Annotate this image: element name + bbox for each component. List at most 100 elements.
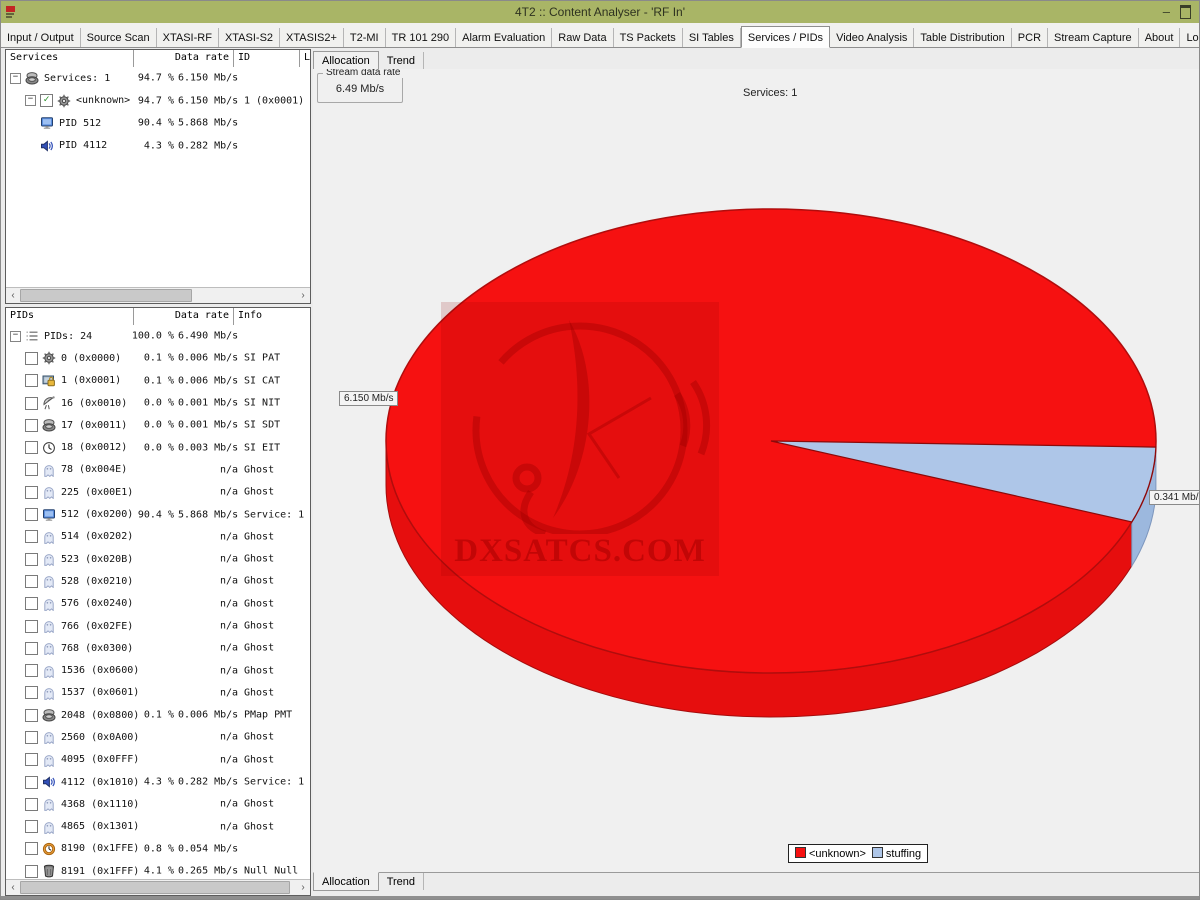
- tab-services-pids[interactable]: Services / PIDs: [741, 26, 830, 48]
- table-row[interactable]: 2560 (0x0A00)n/aGhost: [6, 726, 310, 748]
- checkbox[interactable]: [25, 374, 38, 387]
- table-row[interactable]: 528 (0x0210)n/aGhost: [6, 570, 310, 592]
- checkbox[interactable]: [25, 731, 38, 744]
- checkbox[interactable]: [25, 530, 38, 543]
- tab-xtasi-rf[interactable]: XTASI-RF: [157, 28, 219, 47]
- tab-ts-packets[interactable]: TS Packets: [614, 28, 683, 47]
- table-row[interactable]: 0 (0x0000)0.1 %0.006 Mb/sSI PAT: [6, 347, 310, 369]
- row-rinfo: SI SDT: [244, 420, 280, 431]
- tree-expander-icon[interactable]: −: [10, 331, 21, 342]
- checkbox[interactable]: [25, 575, 38, 588]
- table-row[interactable]: 766 (0x02FE)n/aGhost: [6, 615, 310, 637]
- tab-alarm-evaluation[interactable]: Alarm Evaluation: [456, 28, 552, 47]
- maximize-button[interactable]: [1180, 5, 1191, 19]
- table-row[interactable]: −PIDs: 24100.0 %6.490 Mb/s: [6, 325, 310, 347]
- scroll-right-icon[interactable]: ›: [296, 882, 310, 893]
- table-row[interactable]: PID 51290.4 %5.868 Mb/s: [6, 112, 310, 135]
- column-header[interactable]: ID: [234, 50, 300, 67]
- pids-hscrollbar[interactable]: ‹ ›: [6, 879, 310, 895]
- checkbox[interactable]: [25, 753, 38, 766]
- table-row[interactable]: 4865 (0x1301)n/aGhost: [6, 816, 310, 838]
- tab-xtasi-s2[interactable]: XTASI-S2: [219, 28, 280, 47]
- checkbox[interactable]: [25, 397, 38, 410]
- table-row[interactable]: 4368 (0x1110)n/aGhost: [6, 793, 310, 815]
- checkbox[interactable]: [25, 686, 38, 699]
- tab-trend[interactable]: Trend: [379, 52, 424, 69]
- checkbox[interactable]: [25, 776, 38, 789]
- tab-log[interactable]: Log: [1180, 28, 1200, 47]
- table-row[interactable]: 8191 (0x1FFF)4.1 %0.265 Mb/sNull Null: [6, 860, 310, 880]
- table-row[interactable]: −Services: 194.7 %6.150 Mb/s: [6, 67, 310, 90]
- tab-source-scan[interactable]: Source Scan: [81, 28, 157, 47]
- table-row[interactable]: 768 (0x0300)n/aGhost: [6, 637, 310, 659]
- table-row[interactable]: 512 (0x0200)90.4 %5.868 Mb/sService: 1 (…: [6, 503, 310, 525]
- table-row[interactable]: 18 (0x0012)0.0 %0.003 Mb/sSI EIT: [6, 436, 310, 458]
- column-header[interactable]: Info: [234, 308, 310, 325]
- table-row[interactable]: 8190 (0x1FFE)0.8 %0.054 Mb/s: [6, 838, 310, 860]
- checkbox[interactable]: [25, 419, 38, 432]
- table-row[interactable]: 17 (0x0011)0.0 %0.001 Mb/sSI SDT: [6, 414, 310, 436]
- checkbox[interactable]: ✓: [40, 94, 53, 107]
- table-row[interactable]: 4112 (0x1010)4.3 %0.282 Mb/sService: 1 (…: [6, 771, 310, 793]
- scrollbar-thumb[interactable]: [20, 289, 192, 302]
- table-row[interactable]: 225 (0x00E1)n/aGhost: [6, 481, 310, 503]
- tab-si-tables[interactable]: SI Tables: [683, 28, 741, 47]
- tab-input-output[interactable]: Input / Output: [1, 28, 81, 47]
- checkbox[interactable]: [25, 463, 38, 476]
- tab-xtasis2-[interactable]: XTASIS2+: [280, 28, 344, 47]
- tab-trend[interactable]: Trend: [379, 873, 424, 890]
- table-row[interactable]: −✓<unknown>94.7 %6.150 Mb/s1 (0x0001): [6, 90, 310, 113]
- table-row[interactable]: 1537 (0x0601)n/aGhost: [6, 682, 310, 704]
- checkbox[interactable]: [25, 842, 38, 855]
- table-row[interactable]: 78 (0x004E)n/aGhost: [6, 459, 310, 481]
- tab-pcr[interactable]: PCR: [1012, 28, 1048, 47]
- tree-expander-icon[interactable]: −: [25, 95, 36, 106]
- checkbox[interactable]: [25, 620, 38, 633]
- column-header[interactable]: Data rate: [134, 50, 234, 67]
- checkbox[interactable]: [25, 798, 38, 811]
- tab-tr-101-290[interactable]: TR 101 290: [386, 28, 456, 47]
- tab-t2-mi[interactable]: T2-MI: [344, 28, 386, 47]
- checkbox[interactable]: [25, 597, 38, 610]
- services-hscrollbar[interactable]: ‹ ›: [6, 287, 310, 303]
- column-header[interactable]: Services: [6, 50, 134, 67]
- checkbox[interactable]: [25, 486, 38, 499]
- tab-raw-data[interactable]: Raw Data: [552, 28, 613, 47]
- checkbox[interactable]: [25, 508, 38, 521]
- tab-table-distribution[interactable]: Table Distribution: [914, 28, 1011, 47]
- checkbox[interactable]: [25, 352, 38, 365]
- scrollbar-thumb[interactable]: [20, 881, 290, 894]
- row-rate: n/a: [178, 643, 238, 654]
- column-header[interactable]: Data rate: [134, 308, 234, 325]
- checkbox[interactable]: [25, 664, 38, 677]
- window-bottom-edge: [1, 896, 1199, 899]
- table-row[interactable]: 1 (0x0001)0.1 %0.006 Mb/sSI CAT: [6, 370, 310, 392]
- column-header[interactable]: PIDs: [6, 308, 134, 325]
- checkbox[interactable]: [25, 865, 38, 878]
- table-row[interactable]: PID 41124.3 %0.282 Mb/s: [6, 135, 310, 158]
- row-rinfo: Service: 1 (0x00: [244, 777, 310, 788]
- minimize-button[interactable]: –: [1163, 6, 1170, 18]
- checkbox[interactable]: [25, 820, 38, 833]
- checkbox[interactable]: [25, 709, 38, 722]
- scroll-left-icon[interactable]: ‹: [6, 290, 20, 301]
- tab-allocation[interactable]: Allocation: [313, 51, 379, 70]
- tab-stream-capture[interactable]: Stream Capture: [1048, 28, 1139, 47]
- table-row[interactable]: 16 (0x0010)0.0 %0.001 Mb/sSI NIT: [6, 392, 310, 414]
- checkbox[interactable]: [25, 553, 38, 566]
- table-row[interactable]: 523 (0x020B)n/aGhost: [6, 548, 310, 570]
- scroll-left-icon[interactable]: ‹: [6, 882, 20, 893]
- checkbox[interactable]: [25, 441, 38, 454]
- scroll-right-icon[interactable]: ›: [296, 290, 310, 301]
- tab-video-analysis[interactable]: Video Analysis: [830, 28, 914, 47]
- tab-about[interactable]: About: [1139, 28, 1181, 47]
- tree-expander-icon[interactable]: −: [10, 73, 21, 84]
- table-row[interactable]: 576 (0x0240)n/aGhost: [6, 593, 310, 615]
- table-row[interactable]: 4095 (0x0FFF)n/aGhost: [6, 749, 310, 771]
- table-row[interactable]: 2048 (0x0800)0.1 %0.006 Mb/sPMap PMT: [6, 704, 310, 726]
- table-row[interactable]: 514 (0x0202)n/aGhost: [6, 526, 310, 548]
- checkbox[interactable]: [25, 642, 38, 655]
- table-row[interactable]: 1536 (0x0600)n/aGhost: [6, 659, 310, 681]
- tab-allocation[interactable]: Allocation: [313, 872, 379, 891]
- column-header[interactable]: LC: [300, 50, 310, 67]
